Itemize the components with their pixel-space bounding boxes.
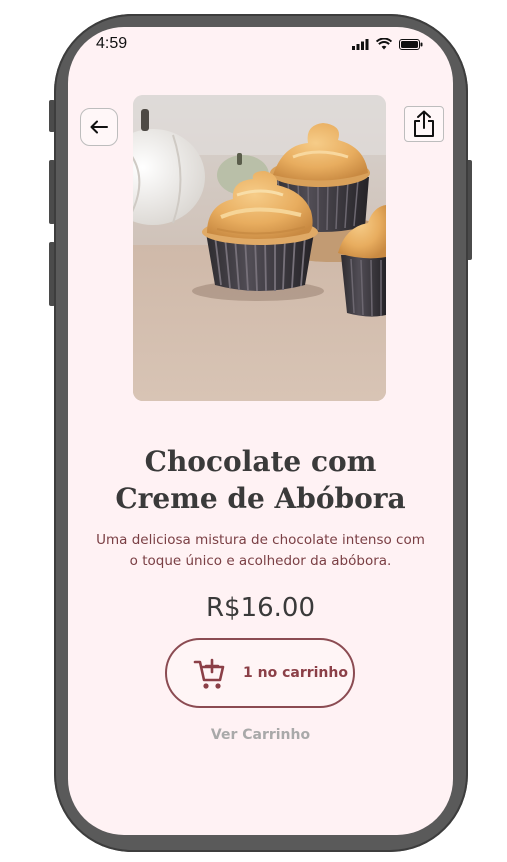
status-icons: [352, 38, 423, 50]
product-title-line-1: Chocolate com: [144, 445, 377, 478]
back-button[interactable]: [80, 108, 118, 146]
wifi-icon: [376, 38, 392, 50]
arrow-left-icon: [90, 120, 108, 134]
add-to-cart-button[interactable]: 1 no carrinho: [165, 638, 355, 708]
product-description: Uma deliciosa mistura de chocolate inten…: [88, 530, 433, 572]
product-description-line-2: o toque único e acolhedor da abóbora.: [129, 553, 392, 569]
share-button[interactable]: [404, 106, 444, 142]
product-title: Chocolate com Creme de Abóbora: [68, 443, 453, 517]
product-image: [133, 95, 386, 401]
status-time: 4:59: [96, 35, 128, 52]
battery-icon: [399, 38, 423, 50]
cart-plus-icon: [193, 658, 225, 689]
phone-screen: 4:59 Chocolate com Creme de Abóbora Uma …: [68, 27, 453, 835]
view-cart-link[interactable]: Ver Carrinho: [68, 727, 453, 743]
status-bar: 4:59: [68, 27, 453, 63]
product-description-line-1: Uma deliciosa mistura de chocolate inten…: [96, 532, 425, 548]
signal-icon: [352, 38, 369, 50]
cart-count-label: 1 no carrinho: [243, 665, 348, 681]
share-upload-icon: [414, 110, 434, 137]
product-price: R$16.00: [205, 593, 316, 623]
product-title-line-2: Creme de Abóbora: [115, 482, 406, 515]
